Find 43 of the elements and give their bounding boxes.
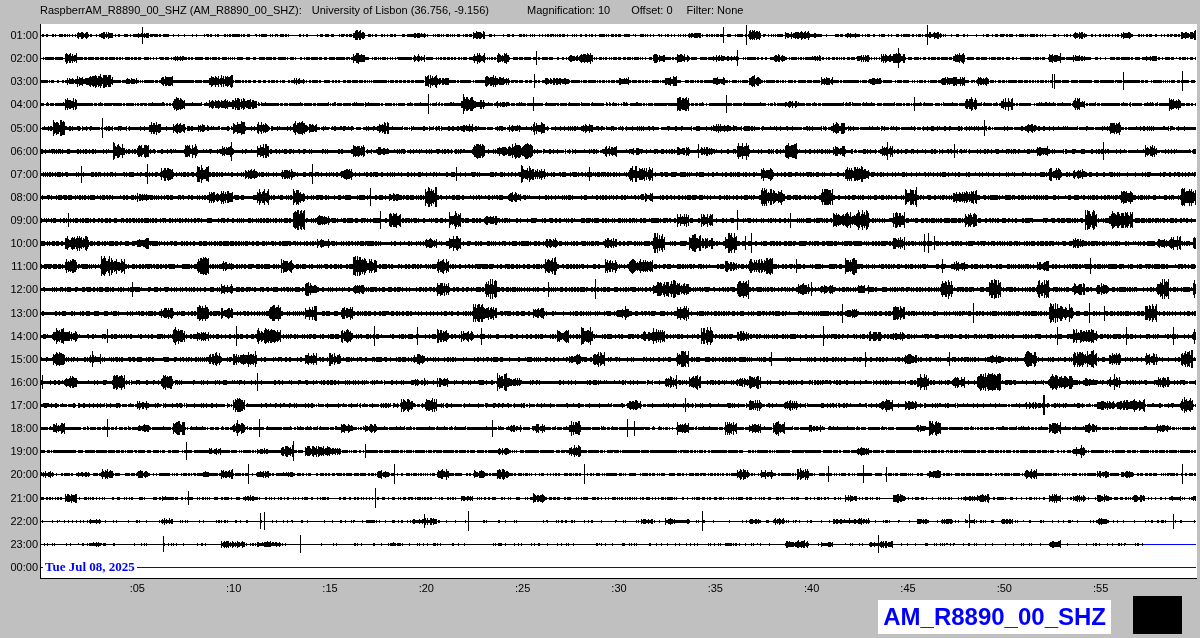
hour-label: 06:00 [10,144,38,157]
hour-label: 09:00 [10,214,38,226]
location-text: University of Lisbon (36.756, -9.156) [311,4,489,16]
minute-tick-label: :30 [611,582,627,594]
hour-label: 04:00 [10,98,38,111]
hour-label: 16:00 [10,375,38,388]
hour-label: 01:00 [10,29,38,41]
hour-label: 10:00 [10,237,38,250]
hour-label: 11:00 [11,260,38,273]
minute-tick-label: :20 [418,582,434,594]
minute-tick-label: :25 [515,582,531,594]
offset-text: Offset: 0 [631,4,673,16]
indicator-square [1133,596,1182,634]
station-title: RaspberrAM_R8890_00_SHZ (AM_R8890_00_SHZ): [40,4,302,16]
hour-label: 08:00 [10,190,38,203]
minute-tick-label: :10 [226,582,242,594]
hour-label: 22:00 [10,514,38,527]
hour-label: 18:00 [10,422,38,435]
hour-label: 02:00 [10,52,38,65]
minute-tick-label: :05 [129,582,145,594]
minute-tick-label: :15 [322,582,338,594]
hour-label: 07:00 [10,167,38,180]
minute-tick-label: :55 [1093,582,1109,594]
hour-label: 20:00 [10,468,38,481]
magnification-text: Magnification: 10 [527,4,611,16]
hour-label: 15:00 [10,352,38,365]
time-marker-line [1143,543,1196,545]
hour-label: 19:00 [10,445,38,458]
minute-tick-label: :45 [900,582,916,594]
hour-label: 21:00 [10,491,38,504]
hour-label: 05:00 [10,121,38,134]
filter-text: Filter: None [686,4,744,16]
hour-label: 00:00 [10,560,38,573]
station-label: AM_R8890_00_SHZ [878,600,1111,634]
minute-tick-label: :50 [996,582,1012,594]
hour-label: 14:00 [10,329,38,342]
hour-label: 17:00 [10,399,38,411]
hour-label: 23:00 [10,537,38,550]
hour-label: 03:00 [10,75,38,88]
hour-label: 13:00 [10,306,38,319]
minute-tick-label: :40 [804,582,820,594]
hour-label: 12:00 [10,283,38,296]
minute-tick-label: :35 [707,582,723,594]
